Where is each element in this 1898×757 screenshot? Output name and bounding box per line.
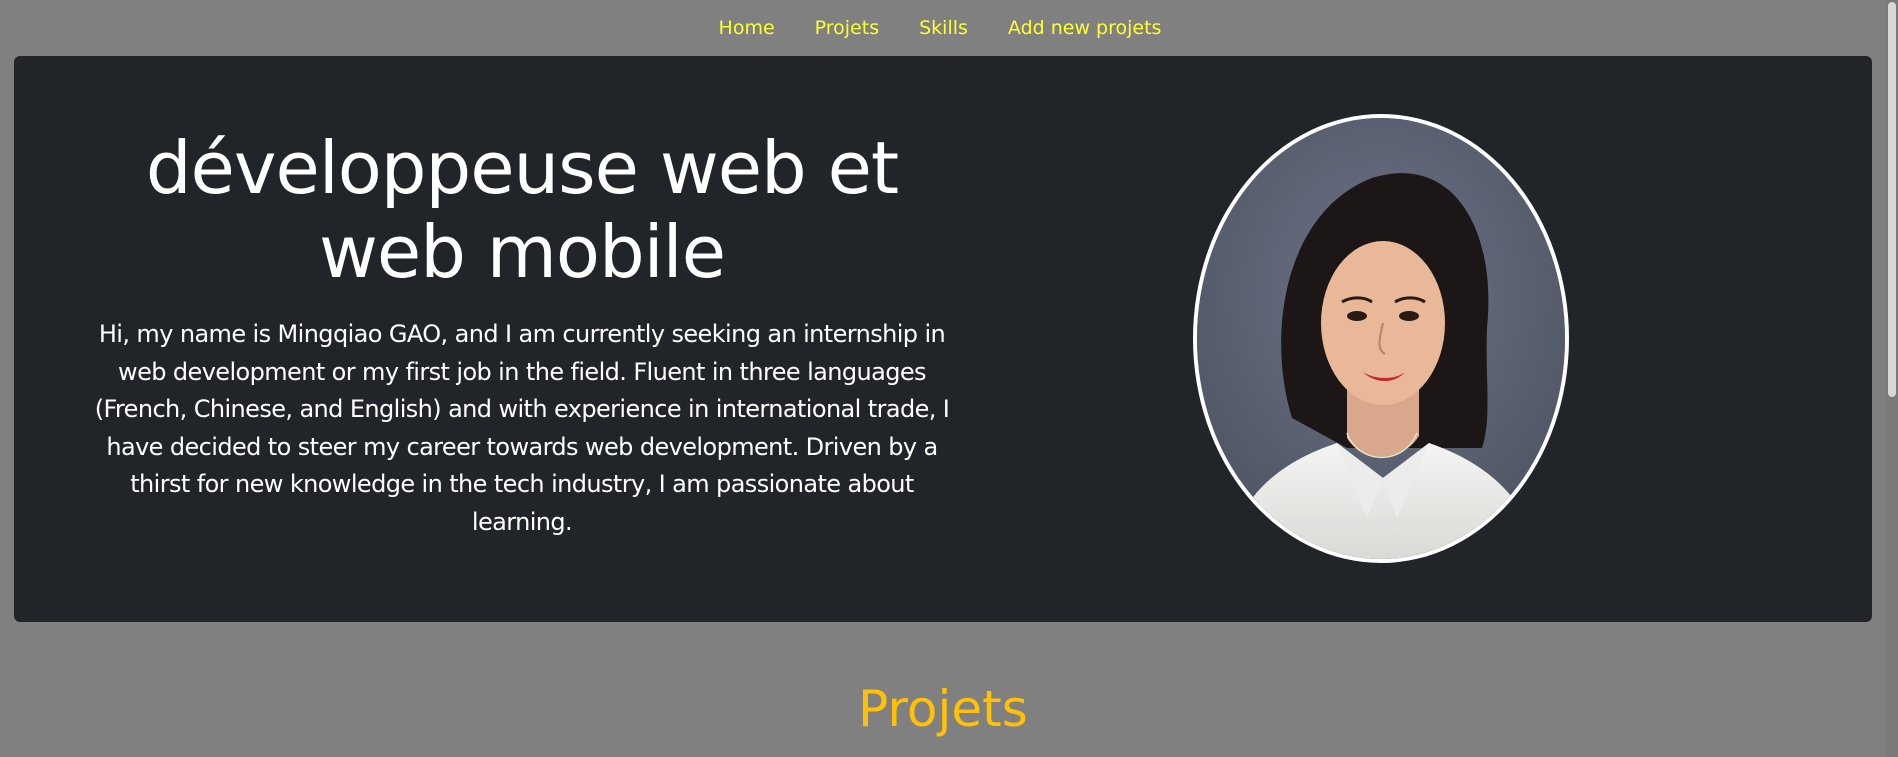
profile-photo	[1193, 114, 1569, 563]
nav-link-add-new-projets[interactable]: Add new projets	[1008, 17, 1162, 39]
hero-title: développeuse web et web mobile	[145, 126, 899, 294]
page: Home Projets Skills Add new projets déve…	[0, 0, 1898, 757]
nav-link-home[interactable]: Home	[719, 17, 775, 39]
hero-description: Hi, my name is Mingqiao GAO, and I am cu…	[94, 320, 950, 536]
hero-text-block: développeuse web et web mobile Hi, my na…	[82, 126, 962, 541]
profile-photo-illustration	[1197, 118, 1565, 559]
top-nav: Home Projets Skills Add new projets	[0, 0, 1880, 56]
nav-link-skills[interactable]: Skills	[919, 17, 968, 39]
projets-section-title: Projets	[858, 680, 1028, 738]
page-scrollbar[interactable]	[1886, 0, 1898, 757]
hero-section: développeuse web et web mobile Hi, my na…	[14, 56, 1872, 622]
scrollbar-thumb[interactable]	[1888, 2, 1896, 397]
nav-link-projets[interactable]: Projets	[815, 17, 879, 39]
